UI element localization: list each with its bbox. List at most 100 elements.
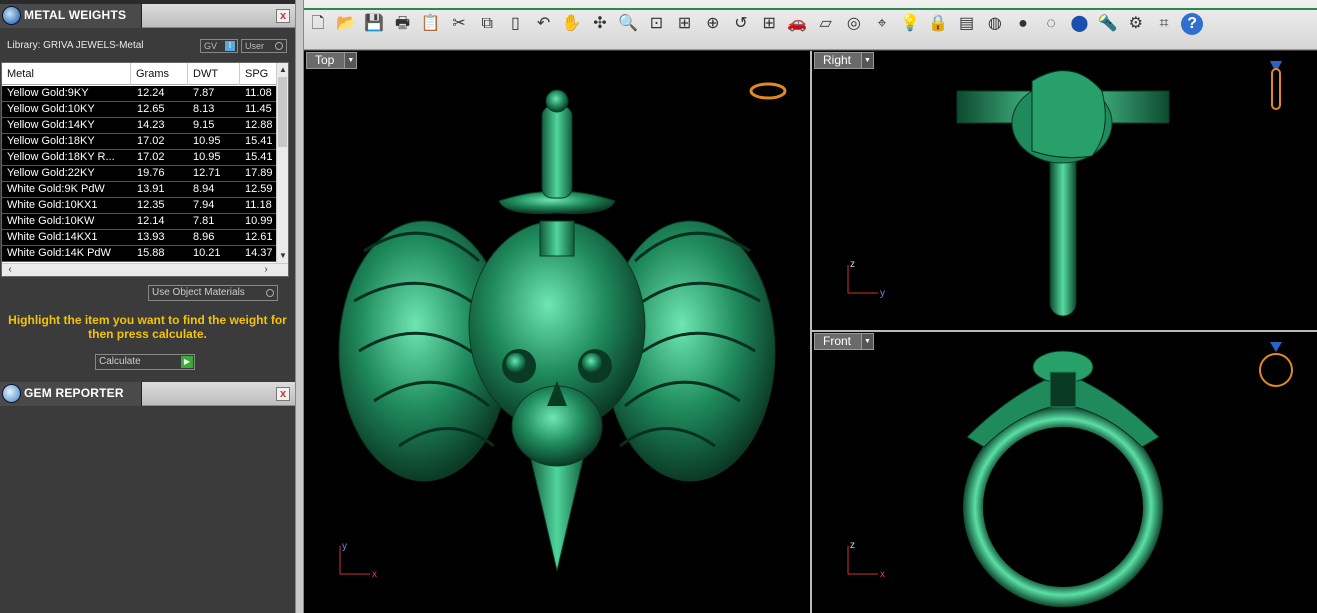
column-header-grams[interactable]: Grams bbox=[131, 63, 188, 85]
zoom-icon[interactable]: 🔍 bbox=[617, 13, 639, 35]
table-cell: 7.94 bbox=[193, 199, 215, 211]
plugin-icon[interactable]: ⌗ bbox=[1153, 13, 1175, 35]
table-cell: Yellow Gold:10KY bbox=[7, 103, 95, 115]
table-cell: 11.45 bbox=[245, 103, 272, 115]
use-object-materials-option[interactable]: Use Object Materials bbox=[148, 285, 278, 301]
table-row[interactable]: Yellow Gold:18KY 17.02 10.95 15.41 bbox=[2, 134, 277, 150]
zoom-extents-icon[interactable]: ⊞ bbox=[674, 13, 696, 35]
column-header-spg[interactable]: SPG bbox=[240, 63, 277, 85]
scroll-down-icon[interactable]: ▼ bbox=[278, 251, 288, 261]
column-header-dwt[interactable]: DWT bbox=[188, 63, 240, 85]
scroll-right-icon[interactable]: › bbox=[260, 264, 272, 276]
viewport-right-dropdown-icon[interactable]: ▼ bbox=[861, 53, 874, 68]
viewport-right-tab[interactable]: Right ▼ bbox=[814, 52, 875, 69]
open-folder-icon[interactable]: 📂 bbox=[335, 13, 357, 35]
cut-icon[interactable]: ✂ bbox=[448, 13, 470, 35]
copy-icon[interactable]: ⧉ bbox=[476, 13, 498, 35]
table-row[interactable]: Yellow Gold:22KY 19.76 12.71 17.89 bbox=[2, 166, 277, 182]
new-file-icon[interactable]: 🗋 bbox=[307, 13, 329, 35]
scroll-left-icon[interactable]: ‹ bbox=[4, 264, 16, 276]
scroll-thumb[interactable] bbox=[278, 77, 287, 147]
table-horizontal-scrollbar[interactable]: ‹ › bbox=[2, 263, 288, 276]
library-label: Library: GRIVA JEWELS-Metal bbox=[7, 40, 144, 51]
gv-toggle[interactable]: GV I bbox=[200, 39, 238, 53]
lock-icon[interactable]: 🔒 bbox=[927, 13, 949, 35]
table-cell: 17.89 bbox=[245, 167, 273, 179]
four-viewports-icon[interactable]: ⊞ bbox=[758, 13, 780, 35]
gem-reporter-close-icon[interactable]: x bbox=[276, 387, 290, 401]
gem-reporter-body bbox=[0, 406, 295, 613]
flashlight-icon[interactable]: 🔦 bbox=[1097, 13, 1119, 35]
table-row[interactable]: White Gold:10KW 12.14 7.81 10.99 bbox=[2, 214, 277, 230]
viewport-right-label: Right bbox=[823, 53, 852, 67]
calculate-button[interactable]: Calculate ▶ bbox=[95, 354, 195, 370]
table-cell: 17.02 bbox=[137, 151, 165, 163]
viewport-top[interactable]: y x Top ▼ bbox=[304, 51, 810, 613]
clipboard-icon[interactable]: ▯ bbox=[504, 13, 526, 35]
undo-icon[interactable]: ↶ bbox=[533, 13, 555, 35]
table-cell: Yellow Gold:18KY R... bbox=[7, 151, 115, 163]
viewport-right[interactable]: z y Right ▼ bbox=[812, 51, 1317, 330]
construction-plane-icon[interactable]: ▱ bbox=[815, 13, 837, 35]
table-cell: Yellow Gold:14KY bbox=[7, 119, 95, 131]
table-row[interactable]: Yellow Gold:14KY 14.23 9.15 12.88 bbox=[2, 118, 277, 134]
table-vertical-scrollbar[interactable]: ▲ ▼ bbox=[276, 63, 288, 263]
render-sphere-icon[interactable]: ⬤ bbox=[1068, 13, 1090, 35]
save-icon[interactable]: 💾 bbox=[363, 13, 385, 35]
zoom-window-icon[interactable]: ⊡ bbox=[645, 13, 667, 35]
right-axis-z-label: z bbox=[850, 259, 855, 270]
top-view-model: y x bbox=[338, 82, 787, 580]
table-cell: 19.76 bbox=[137, 167, 165, 179]
paste-icon[interactable]: 📋 bbox=[420, 13, 442, 35]
top-axis-y-label: y bbox=[342, 541, 347, 552]
right-ring-preview-icon bbox=[1270, 61, 1282, 110]
settings-gear-icon[interactable]: ⚙ bbox=[1125, 13, 1147, 35]
table-cell: 7.81 bbox=[193, 215, 215, 227]
gem-reporter-title: GEM REPORTER bbox=[24, 386, 124, 400]
table-cell: 12.14 bbox=[137, 215, 165, 227]
osnap-icon[interactable]: ◎ bbox=[843, 13, 865, 35]
table-row[interactable]: White Gold:14K PdW 15.88 10.21 14.37 bbox=[2, 246, 277, 262]
gem-reporter-title-box: GEM REPORTER bbox=[0, 382, 142, 406]
panel-splitter[interactable] bbox=[295, 0, 304, 613]
car-icon[interactable]: 🚗 bbox=[786, 13, 808, 35]
user-toggle[interactable]: User bbox=[241, 39, 287, 53]
scroll-up-icon[interactable]: ▲ bbox=[278, 65, 288, 75]
metal-weights-close-icon[interactable]: x bbox=[276, 9, 290, 23]
table-cell: White Gold:14KX1 bbox=[7, 231, 98, 243]
undo-view-icon[interactable]: ↺ bbox=[730, 13, 752, 35]
table-cell: Yellow Gold:9KY bbox=[7, 87, 89, 99]
rotate-view-icon[interactable]: ✣ bbox=[589, 13, 611, 35]
table-cell: 8.94 bbox=[193, 183, 215, 195]
table-row[interactable]: White Gold:14KX1 13.93 8.96 12.61 bbox=[2, 230, 277, 246]
column-header-metal[interactable]: Metal bbox=[2, 63, 131, 85]
viewport-top-tab[interactable]: Top ▼ bbox=[306, 52, 358, 69]
use-object-materials-radio-icon bbox=[266, 289, 274, 297]
color-wheel-icon[interactable]: ◍ bbox=[984, 13, 1006, 35]
table-row[interactable]: White Gold:10KX1 12.35 7.94 11.18 bbox=[2, 198, 277, 214]
layer-icon[interactable]: ▤ bbox=[956, 13, 978, 35]
viewport-front-dropdown-icon[interactable]: ▼ bbox=[861, 334, 874, 349]
viewport-front-tab[interactable]: Front ▼ bbox=[814, 333, 875, 350]
table-cell: 12.59 bbox=[245, 183, 273, 195]
print-icon[interactable]: 🖶 bbox=[392, 13, 414, 35]
table-row[interactable]: White Gold:9K PdW 13.91 8.94 12.59 bbox=[2, 182, 277, 198]
table-cell: 10.99 bbox=[245, 215, 273, 227]
table-row[interactable]: Yellow Gold:18KY R... 17.02 10.95 15.41 bbox=[2, 150, 277, 166]
light-bulb-icon[interactable]: 💡 bbox=[899, 13, 921, 35]
viewport-front[interactable]: z x Front ▼ bbox=[812, 332, 1317, 613]
wireframe-sphere-icon[interactable]: ◌ bbox=[1040, 13, 1062, 35]
help-icon[interactable]: ? bbox=[1181, 13, 1204, 35]
metal-weights-title: METAL WEIGHTS bbox=[24, 8, 127, 22]
table-row[interactable]: Yellow Gold:10KY 12.65 8.13 11.45 bbox=[2, 102, 277, 118]
toolbar-accent-line bbox=[304, 8, 1317, 10]
table-cell: 8.13 bbox=[193, 103, 215, 115]
table-row[interactable]: Yellow Gold:9KY 12.24 7.87 11.08 bbox=[2, 86, 277, 102]
shaded-sphere-icon[interactable]: ● bbox=[1012, 13, 1034, 35]
zoom-selected-icon[interactable]: ⊕ bbox=[702, 13, 724, 35]
viewport-top-dropdown-icon[interactable]: ▼ bbox=[344, 53, 357, 68]
table-cell: 8.96 bbox=[193, 231, 215, 243]
gumball-icon[interactable]: ⌖ bbox=[871, 13, 893, 35]
pan-hand-icon[interactable]: ✋ bbox=[561, 13, 583, 35]
dagger-grip bbox=[541, 105, 573, 199]
